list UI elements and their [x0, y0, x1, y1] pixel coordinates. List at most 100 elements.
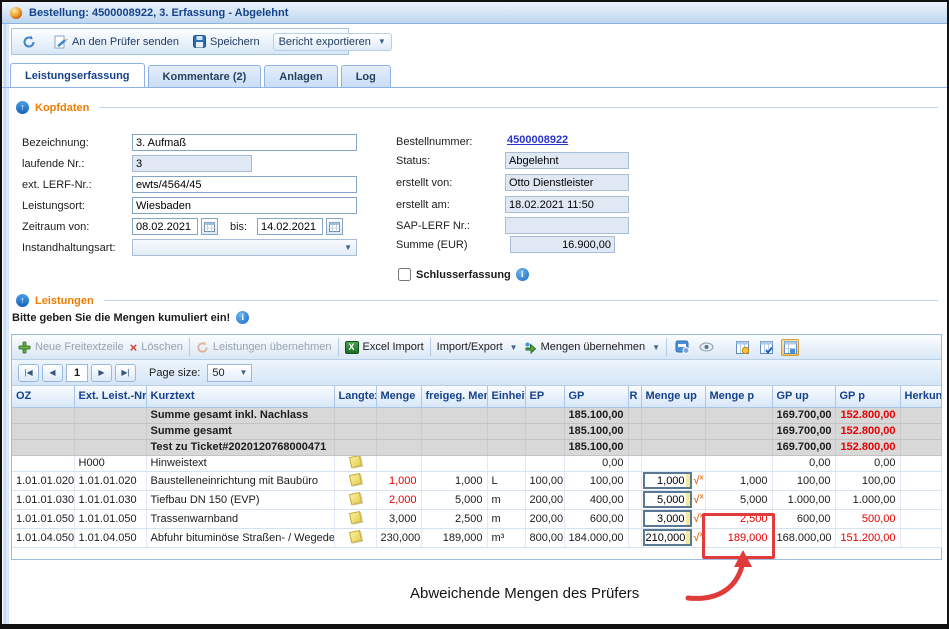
ext-lerf-nr-field[interactable] [132, 176, 357, 193]
leistungsort-field[interactable] [132, 197, 357, 214]
langtext-note-icon[interactable] [348, 510, 361, 523]
send-icon [54, 35, 68, 49]
langtext-note-icon[interactable] [348, 529, 361, 542]
window-left-border [2, 24, 9, 624]
cell-freigeg-menge: 2,500 [421, 509, 487, 528]
info-icon[interactable]: i [516, 268, 529, 281]
eye-icon [699, 342, 714, 352]
column-header-r[interactable]: R [628, 386, 641, 407]
column-header-freigeg-menge[interactable]: freigeg. Menge [421, 386, 487, 407]
field-flag-strip [686, 512, 690, 525]
langtext-note-icon[interactable] [348, 455, 361, 468]
import-export-label: Import/Export [437, 341, 503, 353]
next-page-button[interactable]: ▶ [91, 364, 112, 382]
grid-view-active-button[interactable] [781, 339, 799, 356]
page-size-select[interactable]: 50 ▼ [207, 364, 252, 382]
new-freetext-row-label: Neue Freitextzeile [35, 341, 124, 353]
excel-import-button[interactable]: X Excel Import [345, 341, 424, 354]
column-header-menge-p[interactable]: Menge p [705, 386, 772, 407]
bis-calendar-button[interactable] [326, 218, 343, 235]
schlusserfassung-label: Schlusserfassung [416, 269, 511, 281]
bezeichnung-field[interactable] [132, 134, 357, 151]
cell-freigeg-menge: 189,000 [421, 528, 487, 547]
apply-quantities-button[interactable]: Mengen übernehmen ▼ [524, 341, 661, 354]
cell-kurztext: Hinweistext [146, 455, 334, 471]
table-row: 1.01.01.020 1.01.01.020 Baustelleneinric… [12, 471, 941, 490]
apply-quantity-icon[interactable]: √x [694, 475, 704, 487]
menge-up-input[interactable] [645, 531, 686, 544]
column-header-gp-p[interactable]: GP p [835, 386, 900, 407]
cell-gp-up: 168.000,00 [772, 528, 835, 547]
columns-config-button[interactable] [673, 339, 691, 356]
refresh-button[interactable] [17, 33, 41, 51]
apply-quantity-icon[interactable]: √x [694, 494, 704, 506]
leistungen-title: Leistungen [35, 295, 94, 307]
send-to-reviewer-button[interactable]: An den Prüfer senden [49, 33, 184, 51]
cell-ext-nr: 1.01.01.030 [74, 490, 146, 509]
schlusserfassung-checkbox[interactable] [398, 268, 411, 281]
field-flag-strip [686, 474, 690, 487]
sap-lerf-nr-label: SAP-LERF Nr.: [396, 220, 470, 232]
kumuliert-hint-text: Bitte geben Sie die Mengen kumuliert ein… [12, 312, 230, 324]
current-page-indicator[interactable]: 1 [66, 364, 88, 382]
tab-log[interactable]: Log [341, 65, 391, 88]
last-page-button[interactable]: ▶| [115, 364, 136, 382]
menge-up-input[interactable] [645, 512, 686, 525]
info-icon[interactable]: i [236, 311, 249, 324]
tab-anlagen[interactable]: Anlagen [264, 65, 337, 88]
cell-gp: 600,00 [564, 509, 628, 528]
summary-gp-up: 169.700,00 [772, 423, 835, 439]
prev-page-button[interactable]: ◀ [42, 364, 63, 382]
import-export-button[interactable]: Import/Export ▼ [437, 341, 518, 353]
langtext-note-icon[interactable] [348, 472, 361, 485]
first-page-button[interactable]: |◀ [18, 364, 39, 382]
leistungen-section-header: ↑ Leistungen [16, 294, 938, 307]
page-size-value: 50 [212, 367, 224, 379]
menge-up-input[interactable] [645, 493, 686, 506]
summary-kurztext: Summe gesamt [146, 423, 334, 439]
collapse-up-icon[interactable]: ↑ [16, 294, 29, 307]
send-to-reviewer-label: An den Prüfer senden [72, 36, 179, 48]
langtext-note-icon[interactable] [348, 491, 361, 504]
preview-button[interactable] [697, 339, 715, 356]
column-header-herkunft[interactable]: Herkunft [900, 386, 941, 407]
delete-label: Löschen [141, 341, 183, 353]
column-header-gp[interactable]: GP [564, 386, 628, 407]
column-header-menge-up[interactable]: Menge up [641, 386, 705, 407]
grid-view-check-button[interactable] [757, 339, 775, 356]
zeitraum-von-field[interactable] [132, 218, 198, 235]
table-row: 1.01.04.050 1.01.04.050 Abfuhr bituminös… [12, 528, 941, 547]
von-calendar-button[interactable] [201, 218, 218, 235]
cell-gp-up: 100,00 [772, 471, 835, 490]
summary-gp-up: 169.700,00 [772, 439, 835, 455]
summary-kurztext: Summe gesamt inkl. Nachlass [146, 407, 334, 423]
column-header-einheit[interactable]: Einheit [487, 386, 525, 407]
save-button[interactable]: Speichern [188, 33, 265, 50]
application-window: Bestellung: 4500008922, 3. Erfassung - A… [0, 0, 949, 629]
erstellt-von-label: erstellt von: [396, 177, 452, 189]
new-freetext-row-button[interactable]: Neue Freitextzeile [18, 341, 124, 354]
hinweis-row: H000 Hinweistext 0,00 0,00 0,00 [12, 455, 941, 471]
collapse-up-icon[interactable]: ↑ [16, 101, 29, 114]
column-header-gp-up[interactable]: GP up [772, 386, 835, 407]
cell-gp: 184.000,00 [564, 528, 628, 547]
tab-leistungserfassung[interactable]: Leistungserfassung [10, 63, 145, 88]
column-header-ext-leist-nr[interactable]: Ext. Leist.-Nr. [74, 386, 146, 407]
grid-check-icon [760, 341, 773, 354]
instandhaltungsart-select[interactable]: ▼ [132, 239, 357, 256]
zeitraum-bis-field[interactable] [257, 218, 323, 235]
export-report-button[interactable]: Bericht exportieren ▼ [273, 33, 392, 51]
menge-up-input[interactable] [645, 474, 686, 487]
tab-kommentare[interactable]: Kommentare (2) [148, 65, 262, 88]
bestellnummer-link[interactable]: 4500008922 [507, 134, 568, 146]
app-icon [10, 7, 22, 19]
column-header-menge[interactable]: Menge [376, 386, 421, 407]
grid-view-warning-button[interactable] [733, 339, 751, 356]
bis-label: bis: [230, 221, 247, 233]
delete-button[interactable]: × Löschen [130, 341, 183, 353]
column-header-langtext[interactable]: Langtext [334, 386, 376, 407]
apply-services-button[interactable]: Leistungen übernehmen [196, 341, 332, 354]
column-header-ep[interactable]: EP [525, 386, 564, 407]
column-header-oz[interactable]: OZ [12, 386, 74, 407]
column-header-kurztext[interactable]: Kurztext [146, 386, 334, 407]
